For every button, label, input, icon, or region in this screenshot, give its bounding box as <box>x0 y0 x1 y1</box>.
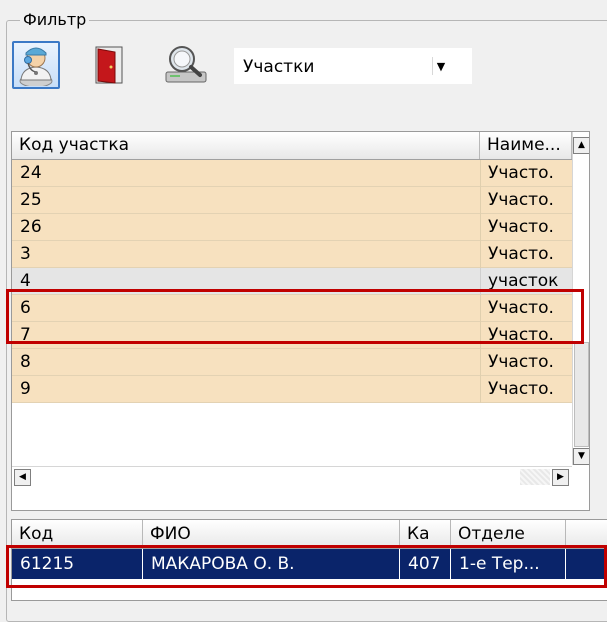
filter-type-select[interactable]: Участки ▼ <box>234 48 472 84</box>
column-header-code[interactable]: Код <box>12 520 143 548</box>
scroll-right-icon[interactable]: ▶ <box>552 469 569 486</box>
table-row[interactable]: 24 Участо. <box>12 160 572 187</box>
highlight-box-selected-section <box>6 289 584 344</box>
door-exit-icon <box>95 46 123 84</box>
scroll-left-icon[interactable]: ◀ <box>14 469 31 486</box>
cell-name: Участо. <box>488 352 554 372</box>
horizontal-scroll-thumb[interactable] <box>520 469 550 485</box>
filter-type-value: Участки <box>243 57 315 77</box>
table-row[interactable]: 8 Участо. <box>12 349 572 376</box>
table-row[interactable]: 3 Участо. <box>12 241 572 268</box>
cell-name: Участо. <box>488 217 554 237</box>
filter-groupbox-title: Фильтр <box>20 10 90 30</box>
column-header-fio[interactable]: ФИО <box>143 520 400 548</box>
horizontal-scrollbar[interactable]: ◀ ▶ <box>12 466 572 487</box>
cell-name: Участо. <box>488 190 554 210</box>
cell-code: 26 <box>20 217 42 237</box>
cell-code: 25 <box>20 190 42 210</box>
scroll-down-icon[interactable]: ▼ <box>573 448 589 465</box>
cell-name: Участо. <box>488 379 554 399</box>
cell-name: Участо. <box>488 244 554 264</box>
chevron-down-icon[interactable]: ▼ <box>432 57 449 75</box>
cell-code: 8 <box>20 352 31 372</box>
sections-grid-body: 24 Участо. 25 Участо. 26 Участо. 3 Участо. 4… <box>12 160 572 403</box>
sections-grid-header: Код участка Наиме... <box>12 132 572 160</box>
doctor-filter-button[interactable] <box>12 41 60 89</box>
doctor-icon <box>19 47 53 86</box>
highlight-box-selected-doctor <box>6 545 607 588</box>
exit-button[interactable] <box>86 41 134 89</box>
column-header-name[interactable]: Наиме... <box>480 132 572 159</box>
column-header-cabinet[interactable]: Ка <box>400 520 451 548</box>
table-row[interactable]: 25 Участо. <box>12 187 572 214</box>
column-header-code[interactable]: Код участка <box>12 132 480 159</box>
table-row[interactable]: 26 Участо. <box>12 214 572 241</box>
cell-code: 9 <box>20 379 31 399</box>
vertical-scroll-thumb[interactable] <box>574 342 589 447</box>
search-computer-icon <box>165 46 207 83</box>
cell-code: 3 <box>20 244 31 264</box>
scroll-up-icon[interactable]: ▲ <box>573 137 589 154</box>
cell-code: 24 <box>20 163 42 183</box>
column-header-department[interactable]: Отделе <box>451 520 566 548</box>
cell-name: Участо. <box>488 163 554 183</box>
table-row[interactable]: 9 Участо. <box>12 376 572 403</box>
search-button[interactable] <box>162 41 210 89</box>
